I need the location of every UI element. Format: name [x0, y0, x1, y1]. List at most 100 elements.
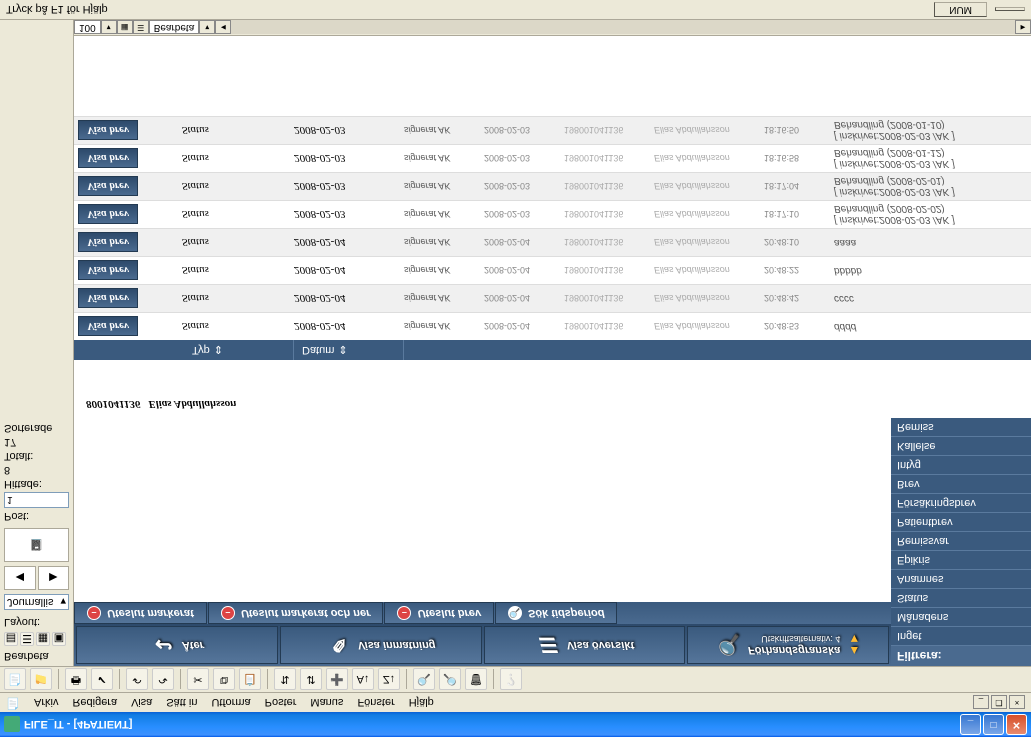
tool-print-icon[interactable]: 🖶	[65, 669, 87, 691]
visa-brev-button[interactable]: Visa brev	[78, 177, 138, 197]
tool-help-icon[interactable]: ❔	[500, 669, 522, 691]
visa-inmatning-button[interactable]: ✎ Visa inmatning	[280, 626, 482, 664]
filter-item-inget[interactable]: Inget	[891, 627, 1031, 646]
zoom-value[interactable]: 100	[74, 21, 101, 35]
mode-label[interactable]: Bearbeta	[149, 21, 200, 35]
filter-item-anamnes[interactable]: Anamnes	[891, 570, 1031, 589]
menu-arkiv[interactable]: Arkiv	[28, 695, 64, 711]
col-datum[interactable]: Datum ⇕	[294, 340, 404, 360]
filter-item-intyg[interactable]: Intyg	[891, 456, 1031, 475]
grid-body[interactable]: Visa brevStatus2008-02-04signerat AK2008…	[74, 36, 1031, 340]
scroll-right-icon[interactable]: ►	[1015, 21, 1031, 35]
visa-brev-button[interactable]: Visa brev	[78, 121, 138, 141]
tool-sortza-icon[interactable]: Z↓	[378, 669, 400, 691]
uteslut-markerat-ner-button[interactable]: – Uteslut markerat och ner	[208, 602, 384, 624]
next-arrow-icon[interactable]: ►	[38, 566, 70, 590]
close-button[interactable]: ✕	[1006, 714, 1027, 735]
table-row[interactable]: Visa brevStatus2008-02-04signerat AK2008…	[74, 284, 1031, 312]
filter-item-kallelse[interactable]: Kallelse	[891, 437, 1031, 456]
left-panel: Bearbeta ▤ ☰ ▦ ▣ Layout: Journallis▾ ◄ ►…	[0, 20, 74, 666]
view-list-icon[interactable]: ☰	[133, 21, 149, 35]
cell-sig: signerat AK	[404, 126, 484, 136]
tool-paste-icon[interactable]: 📋	[239, 669, 261, 691]
menu-redigera[interactable]: Redigera	[66, 695, 123, 711]
table-row[interactable]: Visa brevStatus2008-02-03signerat AK2008…	[74, 200, 1031, 228]
visa-brev-button[interactable]: Visa brev	[78, 261, 138, 281]
menu-fonster[interactable]: Fönster	[351, 695, 400, 711]
mdi-minimize-button[interactable]: _	[973, 696, 989, 710]
cell-sig: signerat AK	[404, 322, 484, 332]
tool-plus-icon[interactable]: ➕	[326, 669, 348, 691]
mdi-restore-button[interactable]: ❐	[991, 696, 1007, 710]
document-icon: 📄	[6, 695, 22, 711]
search-period-icon: 🔍	[508, 606, 522, 620]
tool-sortaz-icon[interactable]: A↓	[352, 669, 374, 691]
view-grid-icon[interactable]: ▦	[117, 21, 133, 35]
spiral-icon[interactable]: 📓	[4, 528, 69, 562]
filter-item-status[interactable]: Status	[891, 589, 1031, 608]
table-row[interactable]: Visa brevStatus2008-02-03signerat AK2008…	[74, 172, 1031, 200]
view-mode4-icon[interactable]: ▣	[52, 632, 66, 646]
mdi-close-button[interactable]: ×	[1009, 696, 1025, 710]
filter-item-brev[interactable]: Brev	[891, 475, 1031, 494]
visa-brev-button[interactable]: Visa brev	[78, 317, 138, 337]
menu-manus[interactable]: Manus	[304, 695, 349, 711]
tool-find-icon[interactable]: 🔍	[413, 669, 435, 691]
post-input[interactable]	[4, 492, 69, 508]
cell-datum: 2008-02-03	[294, 209, 404, 221]
tool-sort-icon[interactable]: ⇅	[274, 669, 296, 691]
table-row[interactable]: Visa brevStatus2008-02-04signerat AK2008…	[74, 228, 1031, 256]
tool-spell-icon[interactable]: ✔	[91, 669, 113, 691]
visa-brev-button[interactable]: Visa brev	[78, 149, 138, 169]
minimize-button[interactable]: _	[960, 714, 981, 735]
filter-item-försäkringsbrev[interactable]: Försäkringsbrev	[891, 494, 1031, 513]
maximize-button[interactable]: □	[983, 714, 1004, 735]
cell-datum: 2008-02-04	[294, 321, 404, 333]
filter-item-patientbrev[interactable]: Patientbrev	[891, 513, 1031, 532]
filter-item-epikris[interactable]: Epikris	[891, 551, 1031, 570]
scrollbar-track[interactable]	[231, 21, 1015, 35]
tool-redo-icon[interactable]: ↷	[152, 669, 174, 691]
cell-sig: signerat AK	[404, 266, 484, 276]
visa-brev-button[interactable]: Visa brev	[78, 205, 138, 225]
tool-copy-icon[interactable]: ⧉	[213, 669, 235, 691]
sok-tidsperiod-button[interactable]: 🔍 Sök tidsperiod	[495, 602, 617, 624]
up-down-arrows-icon[interactable]: ▲▼	[848, 634, 860, 656]
tool-findall-icon[interactable]: 🔎	[439, 669, 461, 691]
uteslut-brev-button[interactable]: – Uteslut brev	[384, 602, 494, 624]
view-mode3-icon[interactable]: ▦	[36, 632, 50, 646]
table-row[interactable]: Visa brevStatus2008-02-03signerat AK2008…	[74, 116, 1031, 144]
visa-oversikt-button[interactable]: ☰ Visa översikt	[484, 626, 686, 664]
tool-undo-icon[interactable]: ↶	[126, 669, 148, 691]
zoom-down-icon[interactable]: ▾	[101, 21, 117, 35]
cell-pnm: Elias Abdullahsson	[654, 126, 764, 136]
scroll-left-icon[interactable]: ◄	[215, 21, 231, 35]
prev-arrow-icon[interactable]: ◄	[4, 566, 36, 590]
visa-brev-button[interactable]: Visa brev	[78, 289, 138, 309]
tool-sort2-icon[interactable]: ⇵	[300, 669, 322, 691]
col-typ[interactable]: Typ ⇕	[184, 340, 294, 360]
menu-satt-in[interactable]: Sätt in	[160, 695, 203, 711]
forhandsgranska-button[interactable]: 🔍 FörhandsgranskaUtskriftsalternativ: 4 …	[687, 626, 889, 664]
visa-brev-button[interactable]: Visa brev	[78, 233, 138, 253]
menu-hjalp[interactable]: Hjälp	[403, 695, 440, 711]
ater-button[interactable]: ↩ Åter	[76, 626, 278, 664]
filter-item-remissvar[interactable]: Remissvar	[891, 532, 1031, 551]
table-row[interactable]: Visa brevStatus2008-02-03signerat AK2008…	[74, 144, 1031, 172]
menu-utforma[interactable]: Utforma	[205, 695, 256, 711]
tool-cut-icon[interactable]: ✂	[187, 669, 209, 691]
tool-delete-icon[interactable]: 🗑	[465, 669, 487, 691]
table-row[interactable]: Visa brevStatus2008-02-04signerat AK2008…	[74, 256, 1031, 284]
filter-item-månadens[interactable]: Månadens	[891, 608, 1031, 627]
layout-dropdown[interactable]: Journallis▾	[4, 594, 69, 610]
mode-down-icon[interactable]: ▾	[199, 21, 215, 35]
tool-new-icon[interactable]: 📄	[4, 669, 26, 691]
tool-open-icon[interactable]: 📁	[30, 669, 52, 691]
menu-visa[interactable]: Visa	[125, 695, 158, 711]
menu-poster[interactable]: Poster	[259, 695, 303, 711]
uteslut-markerat-button[interactable]: – Uteslut markerat	[74, 602, 207, 624]
table-row[interactable]: Visa brevStatus2008-02-04signerat AK2008…	[74, 312, 1031, 340]
view-mode2-icon[interactable]: ☰	[20, 632, 34, 646]
view-mode1-icon[interactable]: ▤	[4, 632, 18, 646]
filter-item-remiss[interactable]: Remiss	[891, 418, 1031, 437]
